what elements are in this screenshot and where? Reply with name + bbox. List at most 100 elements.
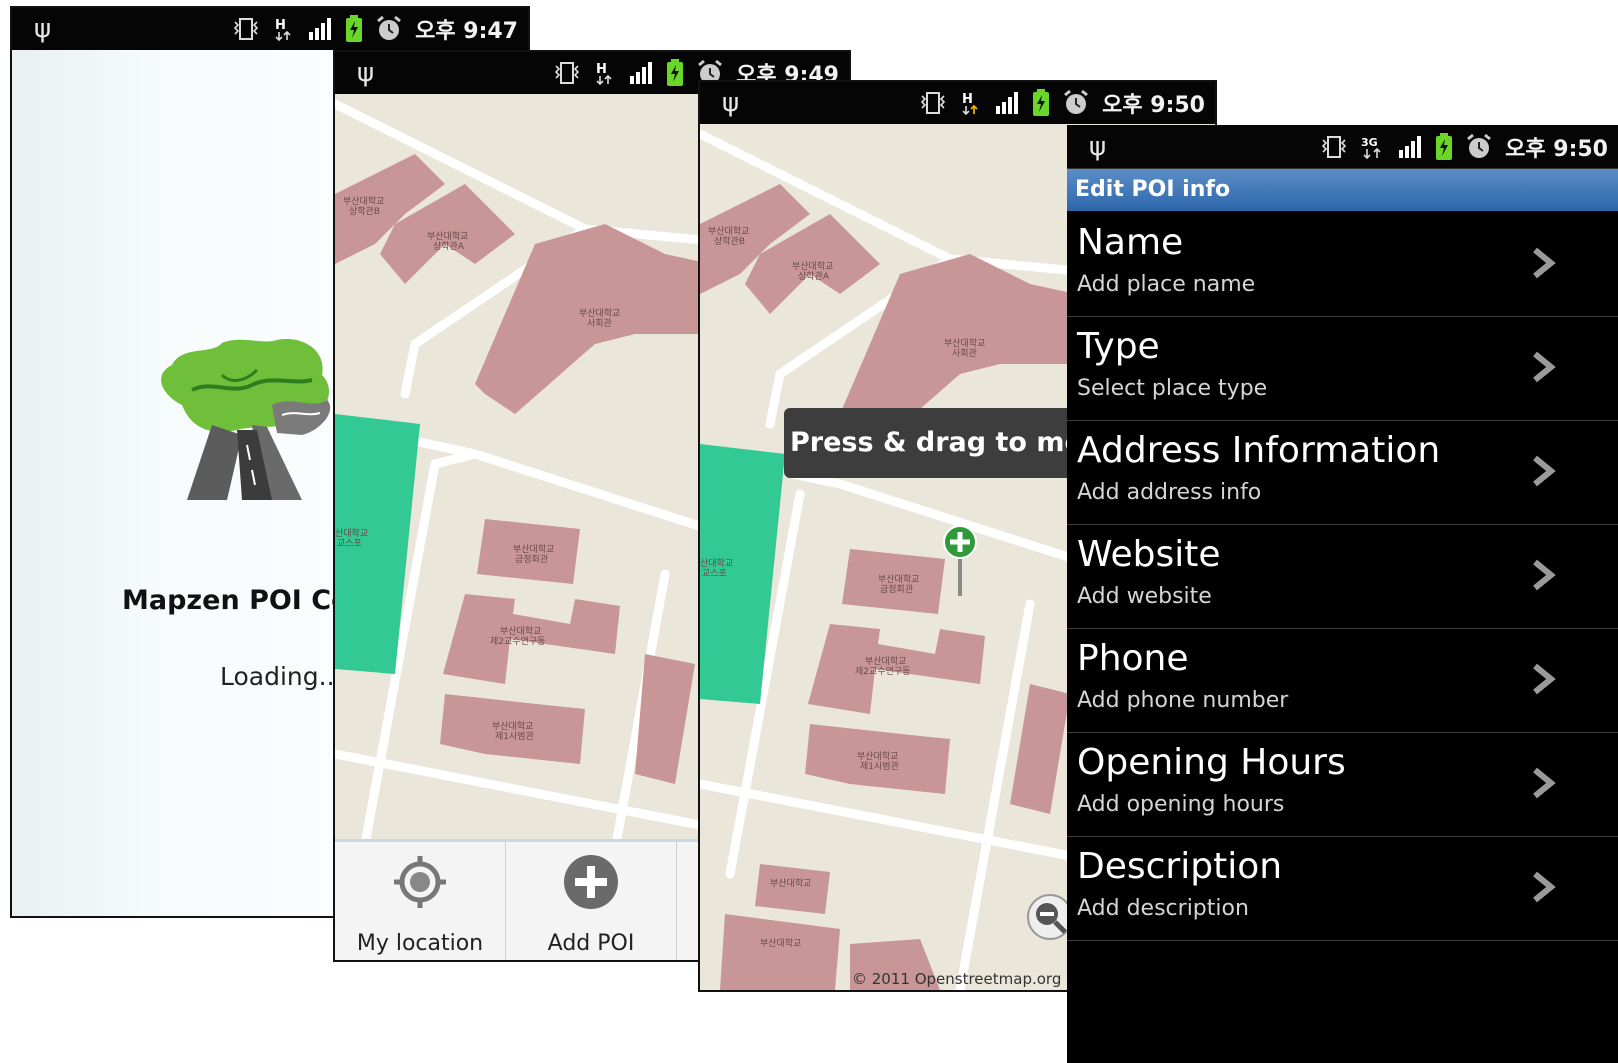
row-subtitle: Add description (1077, 896, 1249, 921)
svg-text:부산대학교: 부산대학교 (878, 574, 919, 585)
svg-text:교스포: 교스포 (702, 568, 727, 579)
svg-text:부산대학교: 부산대학교 (343, 196, 384, 207)
signal-icon (1399, 135, 1422, 158)
vibrate-icon (554, 62, 580, 84)
chevron-right-icon (1533, 559, 1556, 591)
svg-text:상학관B: 상학관B (714, 236, 745, 247)
add-circle-icon (564, 855, 618, 909)
signal-icon (996, 92, 1019, 114)
usb-icon: ψ (1089, 131, 1107, 162)
drag-tooltip: Press & drag to move (784, 408, 1119, 478)
battery-charging-icon (1436, 132, 1453, 160)
usb-icon: ψ (722, 88, 740, 118)
loading-text: Loading... (220, 662, 343, 691)
chevron-right-icon (1533, 455, 1556, 487)
svg-text:부산대학교: 부산대학교 (513, 544, 554, 555)
network-h-icon: H (596, 62, 612, 86)
svg-text:제1사범관: 제1사범관 (495, 731, 534, 742)
status-bar: ψ 3G 오후 9:50 (1067, 125, 1618, 169)
svg-text:부산대학교: 부산대학교 (760, 938, 801, 949)
row-title: Website (1077, 534, 1221, 575)
svg-text:교스포: 교스포 (337, 538, 362, 549)
row-title: Type (1077, 326, 1160, 367)
location-target-icon (394, 856, 446, 908)
svg-text:H: H (596, 62, 607, 77)
chevron-right-icon (1533, 351, 1556, 383)
network-3g-icon: 3G (1361, 136, 1381, 159)
svg-text:상학관A: 상학관A (798, 271, 830, 282)
row-subtitle: Select place type (1077, 376, 1268, 401)
svg-text:금정회관: 금정회관 (515, 554, 548, 565)
battery-charging-icon (346, 15, 363, 42)
svg-text:상학관A: 상학관A (433, 241, 465, 252)
add-poi-button[interactable]: Add POI (506, 842, 677, 960)
row-subtitle: Add phone number (1077, 688, 1289, 713)
row-address[interactable]: Address Information Add address info (1067, 420, 1618, 525)
row-title: Address Information (1077, 430, 1441, 471)
svg-text:H: H (962, 92, 973, 107)
add-poi-label: Add POI (547, 931, 635, 956)
svg-text:부산대학교: 부산대학교 (500, 626, 541, 637)
svg-text:제1사범관: 제1사범관 (860, 761, 899, 772)
alarm-icon (1467, 133, 1492, 158)
svg-text:부산대학교: 부산대학교 (944, 338, 985, 349)
battery-charging-icon (667, 59, 684, 86)
chevron-right-icon (1533, 767, 1556, 799)
row-title: Opening Hours (1077, 742, 1346, 783)
svg-text:산대학교: 산대학교 (335, 528, 368, 539)
svg-text:사회관: 사회관 (587, 318, 612, 329)
status-bar: ψ H 오후 9:47 (12, 8, 528, 50)
network-h-icon: H (275, 18, 291, 42)
row-title: Name (1077, 222, 1184, 263)
svg-text:H: H (275, 18, 286, 33)
row-opening-hours[interactable]: Opening Hours Add opening hours (1067, 732, 1618, 837)
svg-text:제2교수연구동: 제2교수연구동 (490, 636, 545, 647)
svg-text:사회관: 사회관 (952, 348, 977, 359)
row-subtitle: Add opening hours (1077, 792, 1285, 817)
svg-text:부산대학교: 부산대학교 (792, 261, 833, 272)
svg-text:부산대학교: 부산대학교 (579, 308, 620, 319)
status-time: 오후 9:50 (1505, 136, 1608, 162)
svg-text:부산대학교: 부산대학교 (492, 721, 533, 732)
svg-text:부산대학교: 부산대학교 (770, 878, 811, 889)
row-website[interactable]: Website Add website (1067, 524, 1618, 629)
alarm-icon (1064, 89, 1089, 114)
row-type[interactable]: Type Select place type (1067, 316, 1618, 421)
vibrate-icon (233, 18, 259, 40)
row-name[interactable]: Name Add place name (1067, 212, 1618, 317)
row-subtitle: Add place name (1077, 272, 1256, 297)
vibrate-icon (1321, 135, 1347, 158)
mapzen-logo (161, 339, 331, 500)
chevron-right-icon (1533, 247, 1556, 279)
row-title: Description (1077, 846, 1283, 887)
svg-text:부산대학교: 부산대학교 (427, 231, 468, 242)
network-h-icon: H (962, 92, 978, 116)
my-location-button[interactable]: My location (335, 842, 506, 960)
chevron-right-icon (1533, 871, 1556, 903)
svg-text:부산대학교: 부산대학교 (865, 656, 906, 667)
svg-text:3G: 3G (1361, 136, 1378, 149)
row-phone[interactable]: Phone Add phone number (1067, 628, 1618, 733)
battery-charging-icon (1033, 89, 1050, 116)
svg-text:부산대학교: 부산대학교 (857, 751, 898, 762)
svg-text:상학관B: 상학관B (349, 206, 380, 217)
usb-icon: ψ (34, 14, 52, 44)
alarm-icon (377, 15, 402, 40)
signal-icon (630, 62, 653, 84)
row-description[interactable]: Description Add description (1067, 836, 1618, 941)
svg-text:산대학교: 산대학교 (700, 558, 733, 569)
vibrate-icon (920, 92, 946, 114)
svg-text:제2교수연구동: 제2교수연구동 (855, 666, 910, 677)
edit-poi-screen: ψ 3G 오후 9:50 Edit POI info Name Add plac… (1067, 125, 1618, 1063)
map-attribution: © 2011 Openstreetmap.org & c (852, 970, 1091, 988)
status-bar: ψ H 오후 9:50 (700, 82, 1215, 124)
row-subtitle: Add address info (1077, 480, 1262, 505)
row-subtitle: Add website (1077, 584, 1212, 609)
chevron-right-icon (1533, 663, 1556, 695)
svg-text:금정회관: 금정회관 (880, 584, 913, 595)
map-pin-icon[interactable] (940, 524, 980, 596)
status-time: 오후 9:47 (415, 19, 518, 44)
svg-text:부산대학교: 부산대학교 (708, 226, 749, 237)
row-title: Phone (1077, 638, 1189, 679)
usb-icon: ψ (357, 58, 375, 88)
